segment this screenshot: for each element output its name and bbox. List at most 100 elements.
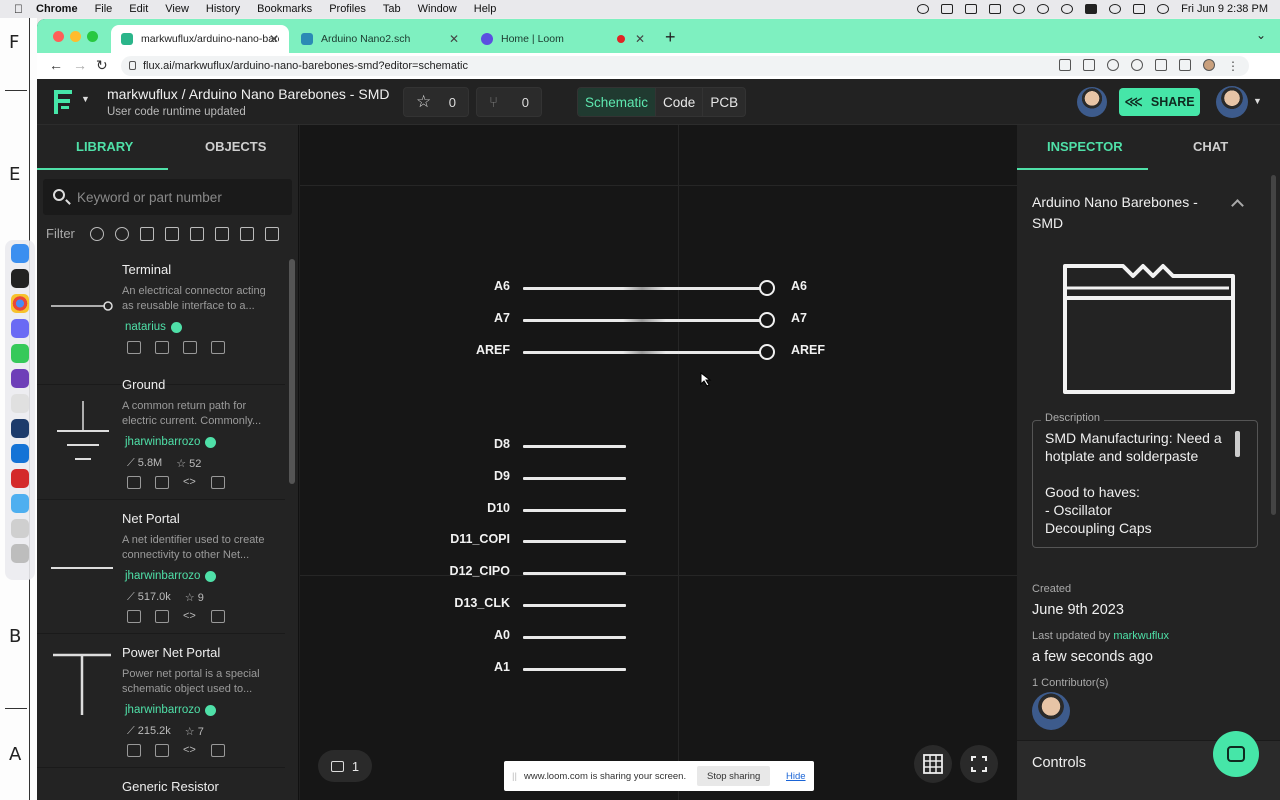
play-icon[interactable]	[1061, 4, 1074, 14]
library-scrollbar[interactable]	[289, 259, 295, 484]
project-title[interactable]: markwuflux / Arduino Nano Barebones - SM…	[107, 86, 389, 102]
menu-window[interactable]: Window	[418, 3, 457, 15]
menu-profiles[interactable]: Profiles	[329, 3, 366, 15]
tab-search-icon[interactable]: ⌄	[1256, 28, 1266, 42]
wifi-icon[interactable]	[1109, 4, 1122, 14]
pin-wire[interactable]	[523, 667, 626, 671]
logo-menu-chevron-icon[interactable]: ▼	[81, 94, 90, 104]
url-field[interactable]: flux.ai/markwuflux/arduino-nano-barebone…	[121, 56, 1249, 76]
account-menu-chevron-icon[interactable]: ▼	[1253, 96, 1262, 106]
menu-bookmarks[interactable]: Bookmarks	[257, 3, 312, 15]
share-page-icon[interactable]	[1083, 59, 1095, 71]
pin-wire[interactable]	[523, 540, 626, 544]
fork-button[interactable]: ⑂ 0	[476, 87, 542, 117]
pin-wire[interactable]	[523, 635, 626, 639]
outlook-icon[interactable]	[11, 444, 29, 463]
pin-wire[interactable]	[523, 287, 761, 290]
tab-loom[interactable]: Home | Loom ✕	[471, 25, 655, 53]
acrobat-icon[interactable]	[11, 469, 29, 488]
finder-icon[interactable]	[11, 244, 29, 263]
close-tab-icon[interactable]: ✕	[635, 32, 645, 46]
menu-tab[interactable]: Tab	[383, 3, 401, 15]
pin-wire[interactable]	[523, 319, 761, 322]
pin-wire[interactable]	[523, 445, 626, 448]
extension-icon[interactable]	[1131, 59, 1143, 71]
folder-icon[interactable]	[11, 494, 29, 513]
pin-wire[interactable]	[523, 604, 626, 607]
apple-icon[interactable]: 	[14, 2, 23, 16]
filter-chip-icon[interactable]	[139, 226, 154, 241]
install-icon[interactable]	[1059, 59, 1071, 71]
close-window-button[interactable]	[53, 31, 64, 42]
library-card-terminal[interactable]: Terminal An electrical connector acting …	[37, 252, 285, 385]
messages-icon[interactable]	[11, 344, 29, 363]
filter-cart-icon[interactable]	[264, 226, 279, 241]
back-icon[interactable]: ←	[49, 57, 63, 73]
app-icon[interactable]	[11, 319, 29, 338]
contributor-avatar[interactable]	[1032, 692, 1070, 730]
clock-icon[interactable]	[1037, 4, 1050, 14]
document-icon[interactable]	[11, 519, 29, 538]
bookmark-star-icon[interactable]	[1107, 59, 1119, 71]
menu-clock[interactable]: Fri Jun 9 2:38 PM	[1181, 3, 1268, 15]
tab-inspector[interactable]: INSPECTOR	[1047, 139, 1123, 154]
reload-icon[interactable]: ↻	[96, 57, 108, 74]
puzzle-icon[interactable]	[1155, 59, 1167, 71]
menu-file[interactable]: File	[95, 3, 113, 15]
flux-logo-icon[interactable]	[52, 88, 74, 116]
tab-library[interactable]: LIBRARY	[76, 139, 133, 154]
chevron-up-icon[interactable]	[1231, 199, 1244, 212]
arrows-icon[interactable]	[965, 4, 978, 14]
filter-star-icon[interactable]	[114, 226, 129, 241]
collaborator-avatar[interactable]	[1077, 87, 1107, 117]
github-icon[interactable]	[11, 369, 29, 388]
minimize-window-button[interactable]	[70, 31, 81, 42]
chat-support-button[interactable]	[1213, 731, 1259, 777]
filter-footprint-icon[interactable]	[239, 226, 254, 241]
stop-sharing-button[interactable]: Stop sharing	[697, 766, 771, 786]
library-card-generic-resistor[interactable]: Generic Resistor	[37, 769, 285, 800]
cat-icon[interactable]	[917, 4, 930, 14]
share-button[interactable]: ⋘ SHARE	[1119, 88, 1200, 116]
pin-wire[interactable]	[523, 476, 626, 480]
pin-endpoint[interactable]	[759, 312, 775, 328]
close-tab-icon[interactable]: ✕	[269, 32, 279, 46]
filter-3d-icon[interactable]	[214, 226, 229, 241]
comments-button[interactable]: 1	[318, 750, 372, 782]
pin-endpoint[interactable]	[759, 344, 775, 360]
card-author[interactable]: jharwinbarrozo	[125, 570, 217, 582]
description-scrollbar[interactable]	[1235, 431, 1240, 457]
drag-handle-icon[interactable]: ||	[512, 771, 517, 782]
fullscreen-button[interactable]	[960, 745, 998, 783]
tab-flux[interactable]: markwuflux/arduino-nano-bare ✕	[111, 25, 289, 53]
user-avatar[interactable]	[1216, 86, 1248, 118]
menu-app-name[interactable]: Chrome	[36, 3, 78, 15]
updated-by-link[interactable]: markwuflux	[1113, 630, 1169, 642]
terminal-icon[interactable]	[11, 269, 29, 288]
card-author[interactable]: jharwinbarrozo	[125, 704, 217, 716]
forward-icon[interactable]: →	[73, 57, 87, 73]
bluetooth-icon[interactable]	[1013, 4, 1026, 14]
chrome-icon[interactable]	[11, 294, 29, 313]
schematic-canvas[interactable]: A6 A6 A7 A7 AREF AREF D8 D9 D10 D11_COPI D12_CIPO…	[300, 125, 1017, 800]
tab-chat[interactable]: CHAT	[1193, 139, 1228, 154]
menu-edit[interactable]: Edit	[129, 3, 148, 15]
library-card-net-portal[interactable]: Net Portal A net identifier used to crea…	[37, 501, 285, 634]
window-icon[interactable]	[989, 4, 1002, 14]
filter-code-icon[interactable]	[189, 226, 204, 241]
control-center-icon[interactable]	[1133, 4, 1146, 14]
kebab-menu-icon[interactable]: ⋮	[1227, 59, 1239, 73]
menu-help[interactable]: Help	[474, 3, 497, 15]
library-card-power-net-portal[interactable]: Power Net Portal Power net portal is a s…	[37, 635, 285, 768]
card-author[interactable]: natarius	[125, 321, 182, 333]
grid-toggle-button[interactable]	[914, 745, 952, 783]
tab-code[interactable]: Code	[656, 88, 704, 116]
star-button[interactable]: ☆ 0	[403, 87, 469, 117]
library-card-ground[interactable]: Ground A common return path for electric…	[37, 367, 285, 500]
hide-link[interactable]: Hide	[786, 771, 806, 782]
tab-schematic[interactable]: Schematic	[578, 88, 657, 116]
menu-history[interactable]: History	[206, 3, 240, 15]
tab-objects[interactable]: OBJECTS	[205, 139, 266, 154]
menu-view[interactable]: View	[165, 3, 189, 15]
profile-icon[interactable]	[1203, 59, 1215, 71]
